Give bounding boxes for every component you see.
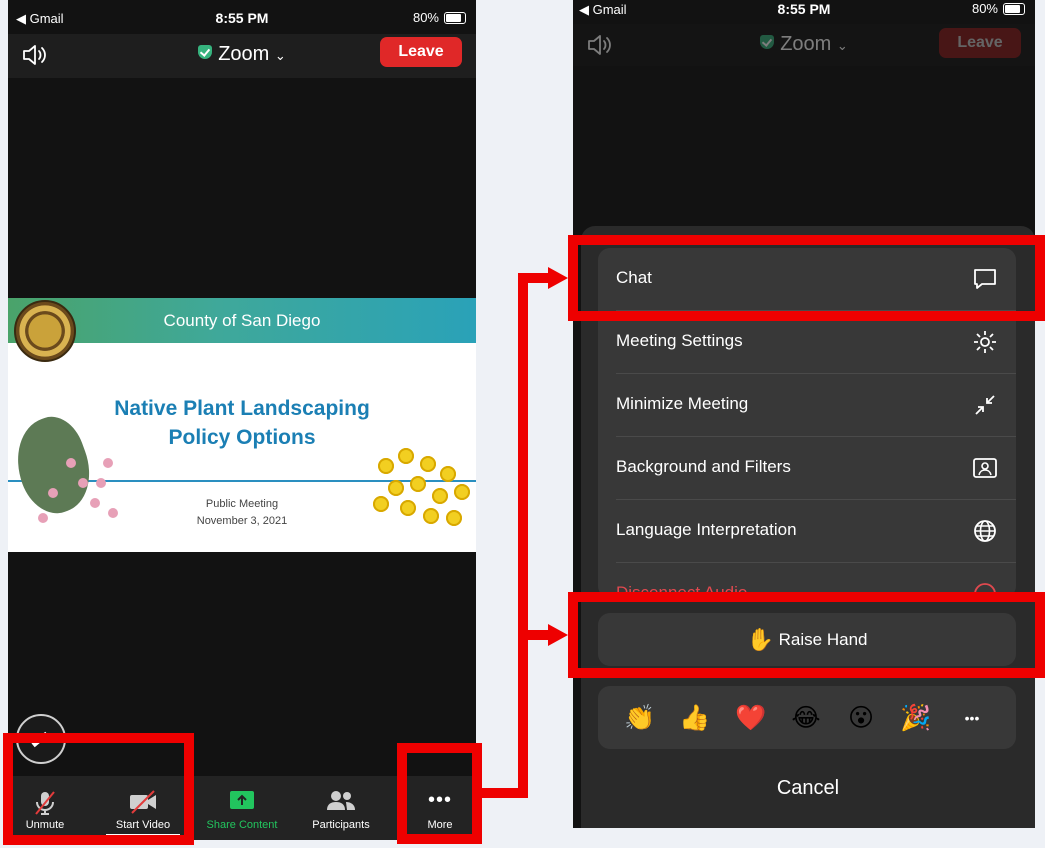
arrow-to-chat bbox=[548, 267, 568, 289]
leave-button[interactable]: Leave bbox=[380, 37, 462, 67]
county-seal-logo bbox=[14, 300, 76, 362]
laugh-reaction-button[interactable]: 😂 bbox=[790, 702, 822, 734]
battery-icon bbox=[444, 11, 466, 24]
share-arrow-icon bbox=[230, 791, 254, 809]
battery-indicator-right: 80% bbox=[972, 1, 1025, 16]
clap-reaction-button[interactable]: 👏 bbox=[624, 702, 656, 734]
menu-item-minimize-meeting[interactable]: Minimize Meeting bbox=[598, 374, 1016, 437]
share-content-button[interactable]: Share Content bbox=[198, 776, 286, 840]
portrait-frame-icon bbox=[973, 458, 997, 478]
menu-item-label: Meeting Settings bbox=[616, 331, 743, 350]
highlight-box-raise-hand bbox=[568, 592, 1045, 678]
meeting-top-bar-dimmed: Zoom ⌄ Leave bbox=[573, 24, 1035, 66]
party-reaction-button[interactable]: 🎉 bbox=[900, 702, 932, 734]
battery-percent: 80% bbox=[412, 10, 439, 25]
zoom-meeting-screen: ◀ Gmail 8:55 PM 80% Zoom ⌄ Leave County … bbox=[8, 0, 476, 840]
status-bar: ◀ Gmail 8:55 PM 80% bbox=[8, 0, 476, 34]
battery-indicator: 80% bbox=[413, 10, 466, 25]
battery-icon bbox=[1003, 2, 1025, 15]
meeting-top-bar: Zoom ⌄ Leave bbox=[8, 34, 476, 78]
globe-icon bbox=[974, 520, 996, 542]
share-content-label: Share Content bbox=[206, 819, 278, 831]
cancel-button[interactable]: Cancel bbox=[581, 765, 1035, 811]
secure-shield-icon bbox=[760, 35, 775, 49]
slide-header-text: County of San Diego bbox=[163, 311, 321, 330]
participants-icon bbox=[327, 791, 355, 810]
status-bar-right: ◀ Gmail 8:55 PM 80% bbox=[573, 0, 1035, 24]
highlight-box-chat bbox=[568, 235, 1045, 321]
menu-item-label: Minimize Meeting bbox=[616, 394, 749, 413]
meeting-title-text: Zoom bbox=[218, 43, 270, 65]
slide-title-line1: Native Plant Landscaping bbox=[114, 397, 370, 420]
participants-button[interactable]: Participants bbox=[302, 776, 380, 840]
gear-icon bbox=[974, 331, 996, 353]
menu-item-label: Background and Filters bbox=[616, 457, 791, 476]
chevron-down-icon: ⌄ bbox=[274, 48, 286, 63]
shared-presentation-slide: County of San Diego Native Plant Landsca… bbox=[8, 298, 476, 552]
highlight-box-more bbox=[397, 743, 482, 844]
heart-reaction-button[interactable]: ❤️ bbox=[735, 702, 767, 734]
slide-header: County of San Diego bbox=[8, 298, 476, 343]
minimize-arrows-icon bbox=[975, 395, 995, 415]
reactions-row: 👏 👍 ❤️ 😂 😮 🎉 ••• bbox=[598, 686, 1016, 749]
thumbs-up-reaction-button[interactable]: 👍 bbox=[679, 702, 711, 734]
participants-label: Participants bbox=[312, 819, 370, 831]
secure-shield-icon bbox=[198, 45, 213, 59]
menu-item-label: Language Interpretation bbox=[616, 520, 797, 539]
zoom-more-menu-screen: ◀ Gmail 8:55 PM 80% Zoom ⌄ Leave Chat Me… bbox=[573, 0, 1035, 828]
meeting-title-text-dimmed: Zoom bbox=[780, 33, 832, 55]
status-time: 8:55 PM bbox=[215, 10, 269, 26]
highlight-box-mic-video bbox=[3, 733, 194, 845]
status-time-right: 8:55 PM bbox=[777, 1, 831, 17]
battery-percent-right: 80% bbox=[971, 1, 998, 16]
arrow-to-raise-hand bbox=[548, 624, 568, 646]
menu-item-background-filters[interactable]: Background and Filters bbox=[598, 437, 1016, 500]
chevron-down-icon: ⌄ bbox=[836, 38, 848, 53]
menu-item-language-interpretation[interactable]: Language Interpretation bbox=[598, 500, 1016, 563]
leave-button-dimmed: Leave bbox=[939, 28, 1021, 58]
surprised-reaction-button[interactable]: 😮 bbox=[845, 702, 877, 734]
more-reactions-button[interactable]: ••• bbox=[956, 702, 988, 734]
